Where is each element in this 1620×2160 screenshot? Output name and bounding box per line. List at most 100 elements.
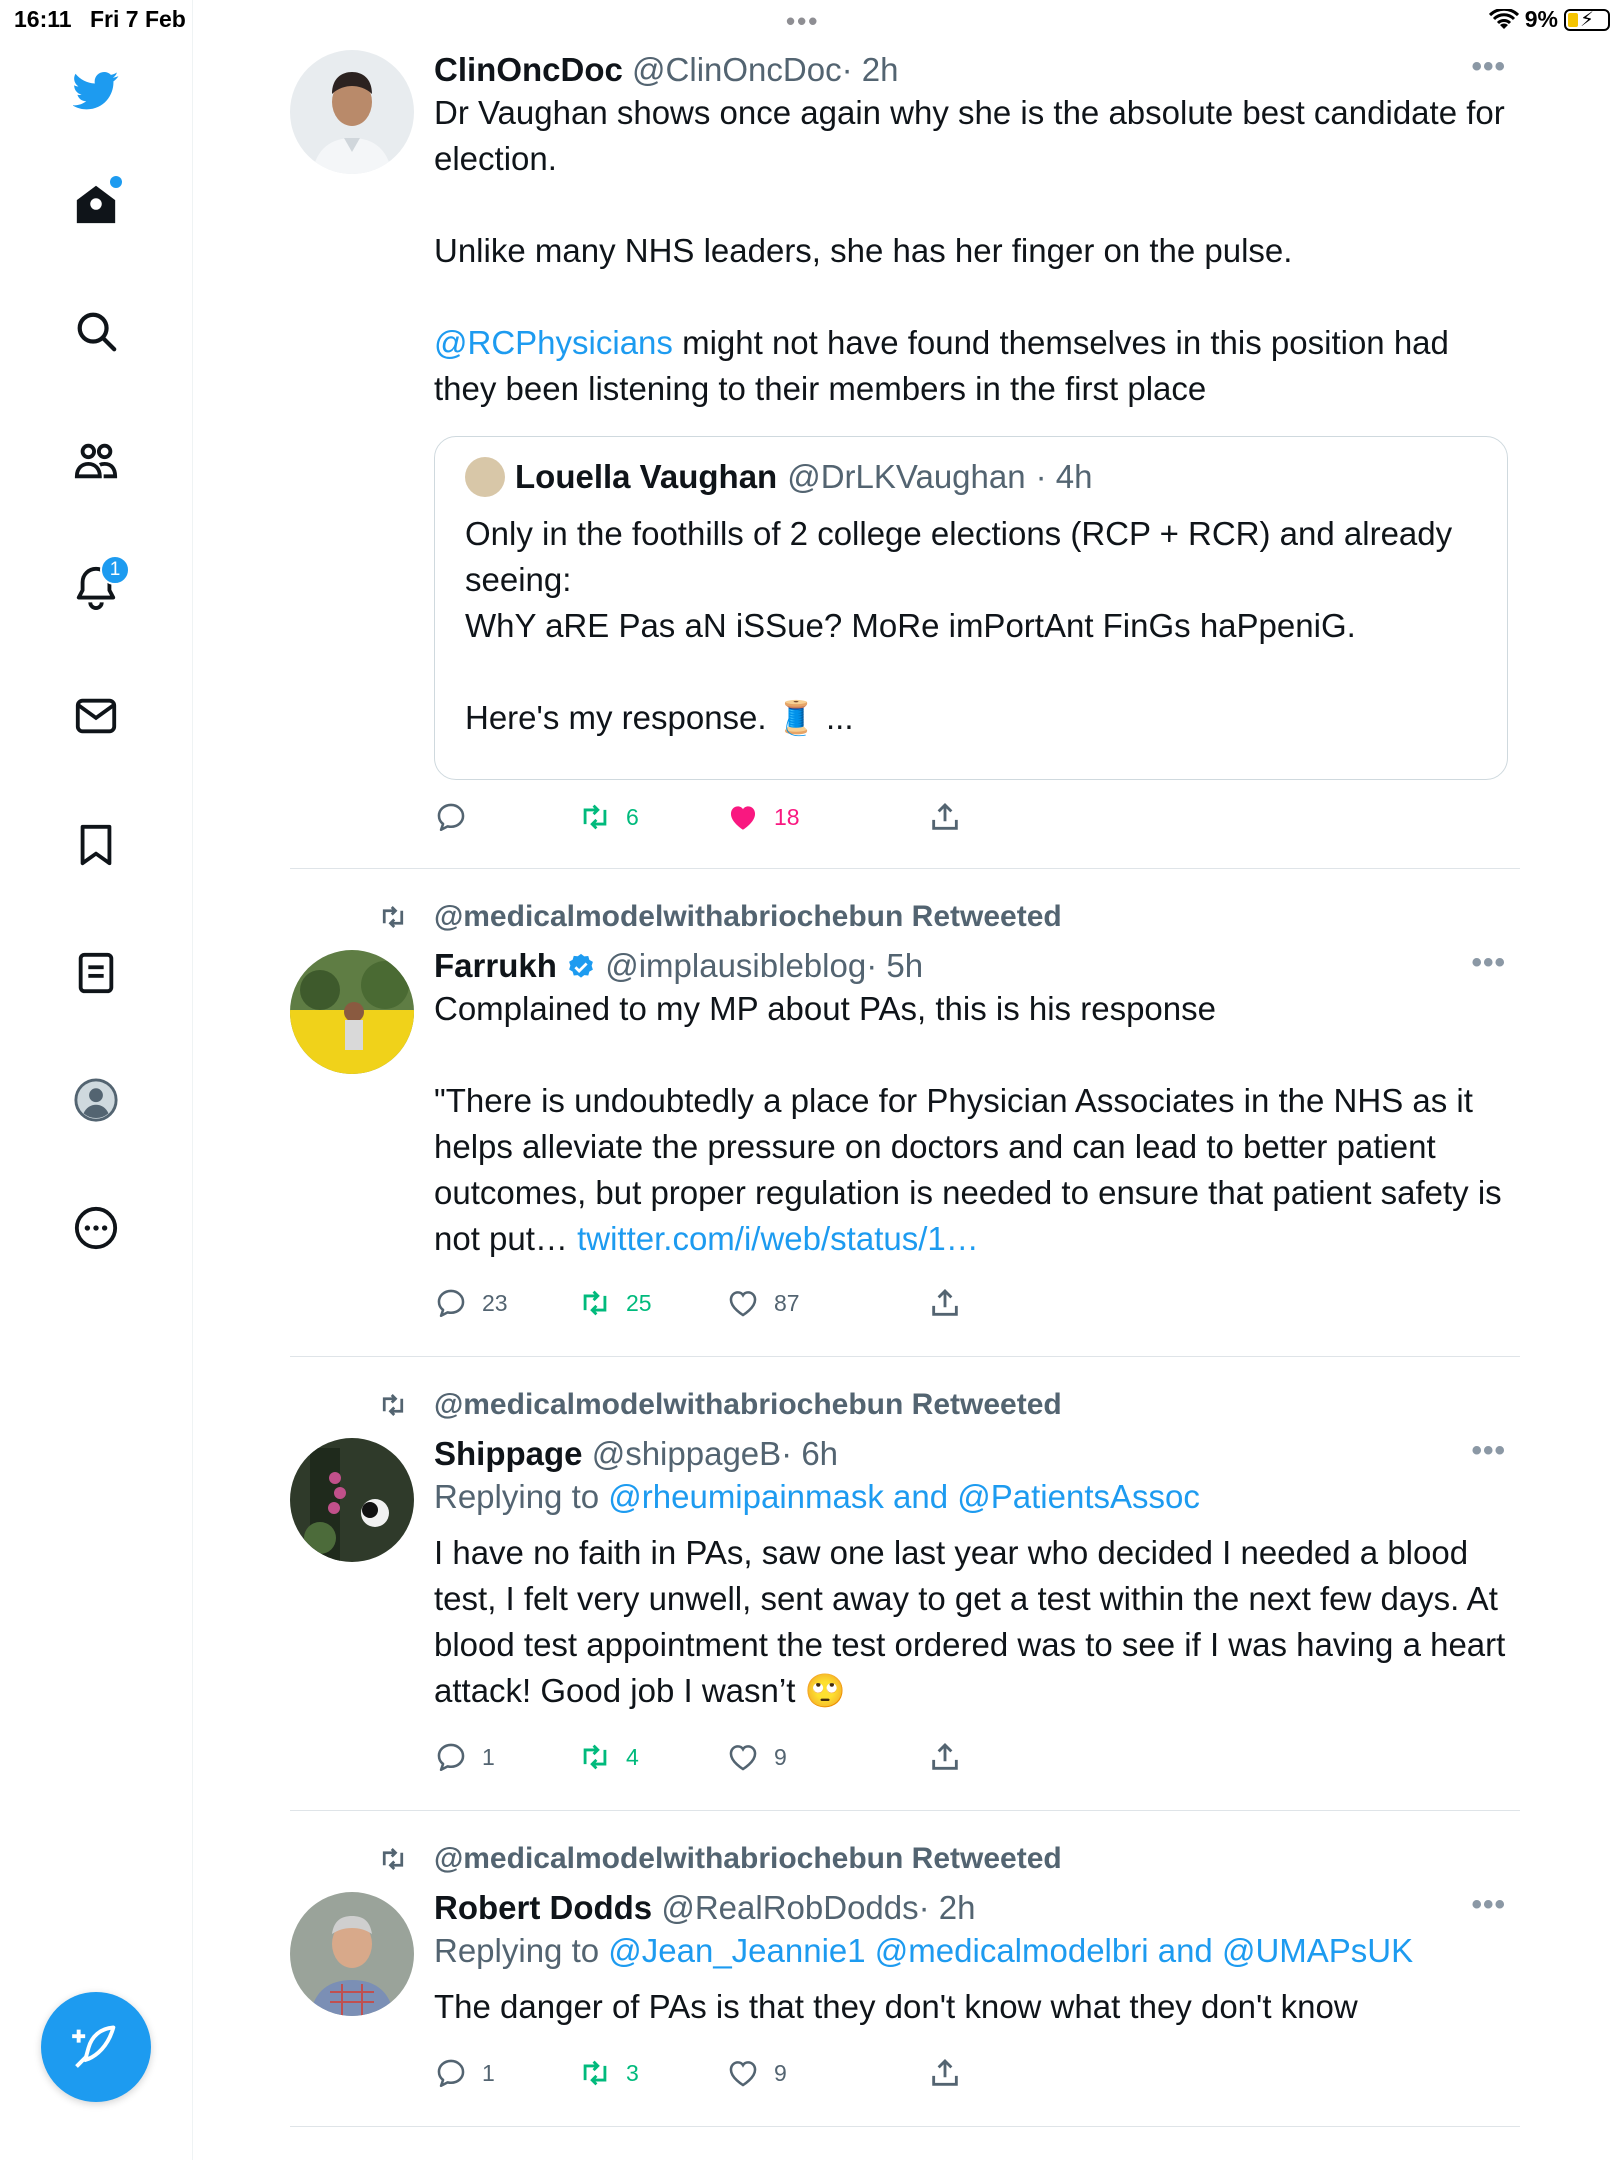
tweet-time[interactable]: · 5h bbox=[866, 947, 923, 984]
tweet-actions: 1 4 9 bbox=[434, 1740, 1134, 1780]
tweet-more-icon[interactable]: ••• bbox=[1471, 946, 1506, 980]
messages-icon[interactable] bbox=[66, 686, 126, 746]
share-button[interactable] bbox=[928, 800, 962, 834]
compose-feather-icon bbox=[72, 2025, 116, 2068]
replying-to: Replying to @Jean_Jeannie1 @medicalmodel… bbox=[434, 1928, 1510, 1974]
quote-author-name: Louella Vaughan bbox=[515, 458, 778, 495]
like-count: 9 bbox=[774, 2059, 787, 2086]
quote-line: WhY aRE Pas aN iSSue? MoRe imPortAnt Fin… bbox=[465, 607, 1356, 644]
retweet-button[interactable]: 3 bbox=[578, 2056, 639, 2090]
avatar[interactable] bbox=[290, 50, 414, 174]
reply-button[interactable]: 1 bbox=[434, 1740, 495, 1774]
tweet-more-icon[interactable]: ••• bbox=[1471, 1434, 1506, 1468]
author-handle[interactable]: @ClinOncDoc bbox=[632, 51, 842, 88]
twitter-logo-icon[interactable] bbox=[66, 60, 126, 120]
retweet-icon bbox=[583, 804, 607, 830]
retweet-button[interactable]: 4 bbox=[578, 1740, 639, 1774]
replying-to-mentions[interactable]: @rheumipainmask and @PatientsAssoc bbox=[608, 1478, 1200, 1515]
tweet-header: Shippage @shippageB· 6h bbox=[434, 1434, 1510, 1474]
retweet-icon bbox=[583, 1744, 607, 1770]
like-button[interactable]: 9 bbox=[726, 1740, 787, 1774]
retweet-count: 3 bbox=[626, 2059, 639, 2086]
share-button[interactable] bbox=[928, 1286, 962, 1320]
home-icon[interactable] bbox=[66, 174, 126, 234]
retweeted-by[interactable]: @medicalmodelwithabriochebun Retweeted bbox=[382, 1388, 1062, 1422]
reply-count: 1 bbox=[482, 1743, 495, 1770]
tweet-time[interactable]: · 6h bbox=[781, 1435, 838, 1472]
tweet-time[interactable]: · 2h bbox=[919, 1889, 976, 1926]
more-options-icon[interactable] bbox=[66, 1198, 126, 1258]
retweet-button[interactable]: 6 bbox=[578, 800, 639, 834]
share-button[interactable] bbox=[928, 2056, 962, 2090]
notifications-icon[interactable]: 1 bbox=[66, 555, 130, 617]
share-button[interactable] bbox=[928, 1740, 962, 1774]
bookmarks-icon[interactable] bbox=[66, 815, 126, 875]
share-icon bbox=[932, 1288, 958, 1316]
like-button[interactable]: 18 bbox=[726, 800, 800, 834]
like-count: 18 bbox=[774, 803, 800, 830]
heart-icon bbox=[729, 1291, 757, 1317]
author-handle[interactable]: @implausibleblog bbox=[605, 947, 866, 984]
communities-icon[interactable] bbox=[66, 431, 126, 491]
reply-button[interactable]: 1 bbox=[434, 2056, 495, 2090]
reply-icon bbox=[437, 1289, 465, 1318]
quoted-tweet[interactable]: Louella Vaughan @DrLKVaughan · 4h Only in… bbox=[434, 436, 1508, 780]
tweet-header: Robert Dodds @RealRobDodds· 2h bbox=[434, 1888, 1510, 1928]
retweet-count: 4 bbox=[626, 1743, 639, 1770]
retweeted-by[interactable]: @medicalmodelwithabriochebun Retweeted bbox=[382, 900, 1062, 934]
tweet-paragraph: Dr Vaughan shows once again why she is t… bbox=[434, 94, 1505, 177]
heart-icon bbox=[729, 1745, 757, 1771]
tweet-actions: 1 3 9 bbox=[434, 2056, 1134, 2096]
heart-filled-icon bbox=[730, 806, 756, 830]
heart-icon bbox=[729, 2061, 757, 2087]
retweeted-by-text: @medicalmodelwithabriochebun Retweeted bbox=[434, 900, 1062, 933]
author-name[interactable]: Shippage bbox=[434, 1435, 583, 1472]
author-name[interactable]: Robert Dodds bbox=[434, 1889, 652, 1926]
tweet-header: Farrukh @implausibleblog· 5h bbox=[434, 946, 1510, 986]
search-icon[interactable] bbox=[66, 301, 126, 361]
retweet-icon bbox=[583, 1290, 607, 1316]
author-handle[interactable]: @shippageB bbox=[592, 1435, 781, 1472]
quote-header: Louella Vaughan @DrLKVaughan · 4h bbox=[465, 457, 1477, 497]
quote-line: Only in the foothills of 2 college elect… bbox=[465, 515, 1453, 598]
mention-link[interactable]: @RCPhysicians bbox=[434, 324, 673, 361]
battery-percent: 9% bbox=[1524, 6, 1558, 32]
author-name[interactable]: ClinOncDoc bbox=[434, 51, 623, 88]
retweet-button[interactable]: 25 bbox=[578, 1286, 652, 1320]
retweeted-by-text: @medicalmodelwithabriochebun Retweeted bbox=[434, 1388, 1062, 1421]
like-button[interactable]: 87 bbox=[726, 1286, 800, 1320]
avatar[interactable] bbox=[290, 1438, 414, 1562]
divider bbox=[290, 868, 1520, 869]
retweeted-by[interactable]: @medicalmodelwithabriochebun Retweeted bbox=[382, 1842, 1062, 1876]
lists-icon[interactable] bbox=[66, 943, 126, 1003]
like-button[interactable]: 9 bbox=[726, 2056, 787, 2090]
verified-badge-icon bbox=[569, 953, 593, 978]
status-bar: 16:11 Fri 7 Feb ••• 9% ⚡ bbox=[0, 0, 1620, 40]
tweet-time[interactable]: · 2h bbox=[842, 51, 899, 88]
like-count: 9 bbox=[774, 1743, 787, 1770]
tweet-link[interactable]: twitter.com/i/web/status/1… bbox=[577, 1220, 979, 1257]
reply-count: 23 bbox=[482, 1289, 508, 1316]
share-icon bbox=[932, 2058, 958, 2086]
replying-to: Replying to @rheumipainmask and @Patient… bbox=[434, 1474, 1510, 1520]
author-name[interactable]: Farrukh bbox=[434, 947, 557, 984]
avatar[interactable] bbox=[290, 950, 414, 1074]
retweet-count: 25 bbox=[626, 1289, 652, 1316]
reply-button[interactable] bbox=[434, 800, 482, 834]
reply-icon bbox=[437, 2059, 465, 2088]
share-icon bbox=[932, 1742, 958, 1770]
reply-button[interactable]: 23 bbox=[434, 1286, 508, 1320]
compose-tweet-button[interactable] bbox=[41, 1992, 151, 2102]
quote-line: Here's my response. 🧵 ... bbox=[465, 699, 854, 736]
avatar[interactable] bbox=[290, 1892, 414, 2016]
author-handle[interactable]: @RealRobDodds bbox=[661, 1889, 918, 1926]
multitasking-dots-icon[interactable]: ••• bbox=[786, 6, 819, 37]
tweet-more-icon[interactable]: ••• bbox=[1471, 50, 1506, 84]
tweet-text: I have no faith in PAs, saw one last yea… bbox=[434, 1530, 1510, 1714]
tweet-paragraph: @RCPhysicians might not have found thems… bbox=[434, 320, 1510, 412]
tweet-more-icon[interactable]: ••• bbox=[1471, 1888, 1506, 1922]
retweeted-by-text: @medicalmodelwithabriochebun Retweeted bbox=[434, 1842, 1062, 1875]
profile-avatar-icon[interactable] bbox=[66, 1070, 126, 1130]
replying-to-mentions[interactable]: @Jean_Jeannie1 @medicalmodelbri and @UMA… bbox=[608, 1932, 1413, 1969]
quote-author-handle: @DrLKVaughan bbox=[787, 458, 1026, 495]
